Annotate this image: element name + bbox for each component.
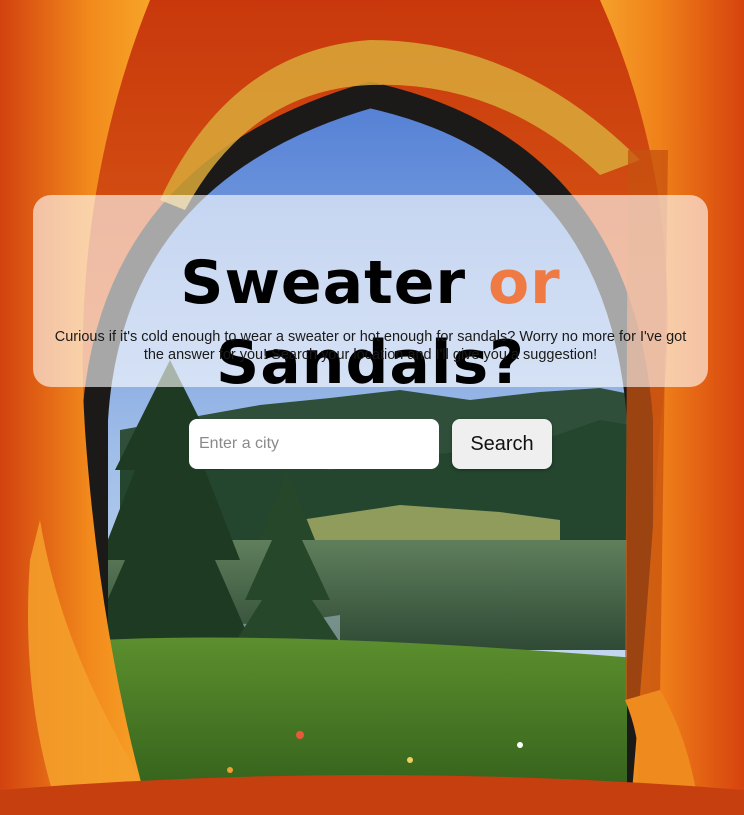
hero-card: Sweater or Sandals? Curious if it's cold… bbox=[33, 195, 708, 398]
title-accent-word: or bbox=[487, 248, 561, 318]
page-title: Sweater or Sandals? bbox=[33, 243, 708, 403]
title-part-1: Sweater bbox=[180, 248, 488, 318]
search-form: Search bbox=[189, 419, 554, 469]
background-image bbox=[0, 0, 744, 815]
search-button[interactable]: Search bbox=[452, 419, 552, 469]
city-search-input[interactable] bbox=[189, 419, 439, 469]
page-subtitle: Curious if it's cold enough to wear a sw… bbox=[54, 329, 687, 363]
